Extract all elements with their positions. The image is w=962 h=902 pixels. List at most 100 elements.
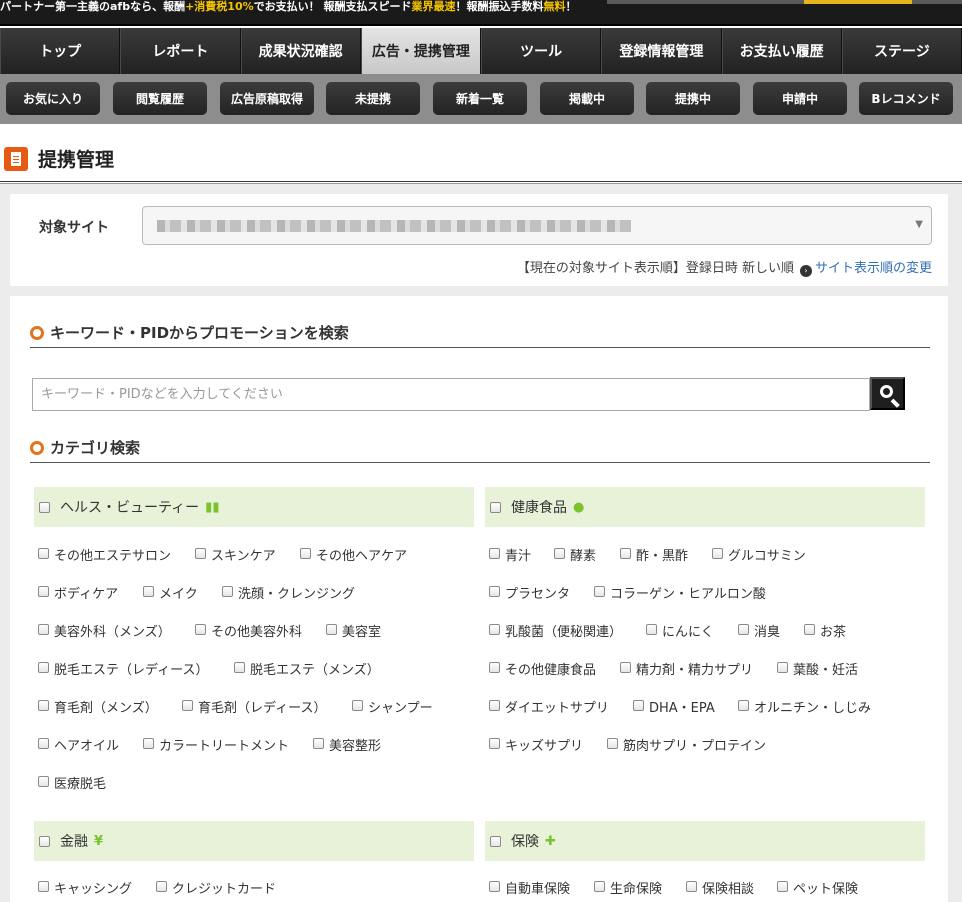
category-option[interactable]: ヘアオイル bbox=[38, 735, 119, 754]
checkbox[interactable] bbox=[39, 501, 50, 513]
checkbox[interactable] bbox=[38, 662, 49, 673]
category-option[interactable]: 精力剤・精力サプリ bbox=[620, 659, 753, 678]
subnav-ad-materials[interactable]: 広告原稿取得 bbox=[220, 82, 314, 115]
category-option[interactable]: グルコサミン bbox=[712, 545, 806, 564]
nav-account-info[interactable]: 登録情報管理 bbox=[601, 28, 722, 74]
category-option[interactable]: DHA・EPA bbox=[633, 697, 715, 716]
category-option[interactable]: 洗顔・クレンジング bbox=[222, 583, 355, 602]
category-option[interactable]: 医療脱毛 bbox=[38, 773, 106, 792]
keyword-search-input[interactable] bbox=[32, 378, 870, 411]
checkbox[interactable] bbox=[195, 624, 206, 635]
checkbox[interactable] bbox=[489, 700, 500, 711]
checkbox[interactable] bbox=[738, 700, 749, 711]
category-option[interactable]: キッズサプリ bbox=[489, 735, 583, 754]
subnav-applying[interactable]: 申請中 bbox=[753, 82, 847, 115]
checkbox[interactable] bbox=[594, 881, 605, 892]
category-health-beauty[interactable]: ヘルス・ビューティー ▮▮ bbox=[34, 487, 474, 527]
checkbox[interactable] bbox=[313, 738, 324, 749]
checkbox[interactable] bbox=[686, 881, 697, 892]
category-option[interactable]: その他健康食品 bbox=[489, 659, 596, 678]
subnav-history[interactable]: 閲覧履歴 bbox=[113, 82, 207, 115]
category-option[interactable]: お茶 bbox=[804, 621, 846, 640]
checkbox[interactable] bbox=[489, 662, 500, 673]
category-option[interactable]: 脱毛エステ（メンズ） bbox=[234, 659, 380, 678]
nav-stage[interactable]: ステージ bbox=[841, 28, 962, 74]
category-option[interactable]: 美容外科（メンズ） bbox=[38, 621, 171, 640]
category-option[interactable]: メイク bbox=[143, 583, 198, 602]
checkbox[interactable] bbox=[156, 881, 167, 892]
checkbox[interactable] bbox=[490, 835, 501, 847]
subnav-favorites[interactable]: お気に入り bbox=[6, 82, 100, 115]
category-health-food[interactable]: 健康食品 ● bbox=[485, 487, 925, 527]
category-option[interactable]: 脱毛エステ（レディース） bbox=[38, 659, 208, 678]
category-option[interactable]: 育毛剤（レディース） bbox=[182, 697, 326, 716]
checkbox[interactable] bbox=[38, 776, 49, 787]
category-option[interactable]: オルニチン・しじみ bbox=[738, 697, 871, 716]
nav-tools[interactable]: ツール bbox=[481, 28, 602, 74]
category-option[interactable]: ボディケア bbox=[38, 583, 118, 602]
checkbox[interactable] bbox=[594, 586, 605, 597]
checkbox[interactable] bbox=[633, 700, 644, 711]
category-option[interactable]: 自動車保険 bbox=[489, 878, 570, 897]
category-option[interactable]: 美容整形 bbox=[313, 735, 381, 754]
category-option[interactable]: にんにく bbox=[646, 621, 714, 640]
category-option[interactable]: 生命保険 bbox=[594, 878, 662, 897]
subnav-published[interactable]: 掲載中 bbox=[540, 82, 634, 115]
category-option[interactable]: クレジットカード bbox=[156, 878, 276, 897]
subnav-unpartnered[interactable]: 未提携 bbox=[326, 82, 420, 115]
category-option[interactable]: ダイエットサプリ bbox=[489, 697, 609, 716]
category-option[interactable]: 青汁 bbox=[489, 545, 531, 564]
category-option[interactable]: 育毛剤（メンズ） bbox=[38, 697, 158, 716]
checkbox[interactable] bbox=[489, 738, 500, 749]
checkbox[interactable] bbox=[143, 738, 154, 749]
checkbox[interactable] bbox=[182, 700, 193, 711]
checkbox[interactable] bbox=[38, 624, 49, 635]
category-option[interactable]: 葉酸・妊活 bbox=[777, 659, 858, 678]
checkbox[interactable] bbox=[777, 662, 788, 673]
checkbox[interactable] bbox=[38, 881, 49, 892]
checkbox[interactable] bbox=[39, 835, 50, 847]
subnav-new[interactable]: 新着一覧 bbox=[433, 82, 527, 115]
category-option[interactable]: キャッシング bbox=[38, 878, 132, 897]
checkbox[interactable] bbox=[777, 881, 788, 892]
checkbox[interactable] bbox=[326, 624, 337, 635]
checkbox[interactable] bbox=[804, 624, 815, 635]
category-option[interactable]: カラートリートメント bbox=[143, 735, 289, 754]
category-option[interactable]: 保険相談 bbox=[686, 878, 754, 897]
category-option[interactable]: その他ヘアケア bbox=[300, 545, 407, 564]
category-option[interactable]: その他美容外科 bbox=[195, 621, 302, 640]
category-option[interactable]: 乳酸菌（便秘関連） bbox=[489, 621, 622, 640]
checkbox[interactable] bbox=[489, 548, 500, 559]
category-option[interactable]: 酵素 bbox=[554, 545, 596, 564]
nav-top[interactable]: トップ bbox=[0, 28, 121, 74]
category-option[interactable]: ペット保険 bbox=[777, 878, 858, 897]
checkbox[interactable] bbox=[489, 624, 500, 635]
checkbox[interactable] bbox=[646, 624, 657, 635]
checkbox[interactable] bbox=[38, 738, 49, 749]
category-option[interactable]: シャンプー bbox=[352, 697, 433, 716]
checkbox[interactable] bbox=[620, 662, 631, 673]
category-insurance[interactable]: 保険 ✚ bbox=[485, 821, 925, 861]
checkbox[interactable] bbox=[300, 548, 311, 559]
subnav-partnered[interactable]: 提携中 bbox=[646, 82, 740, 115]
nav-report[interactable]: レポート bbox=[120, 28, 241, 74]
checkbox[interactable] bbox=[222, 586, 233, 597]
checkbox[interactable] bbox=[554, 548, 565, 559]
category-option[interactable]: 酢・黒酢 bbox=[620, 545, 688, 564]
checkbox[interactable] bbox=[490, 501, 501, 513]
nav-payment-history[interactable]: お支払い履歴 bbox=[721, 28, 842, 74]
checkbox[interactable] bbox=[195, 548, 206, 559]
checkbox[interactable] bbox=[143, 586, 154, 597]
checkbox[interactable] bbox=[620, 548, 631, 559]
checkbox[interactable] bbox=[489, 881, 500, 892]
category-option[interactable]: コラーゲン・ヒアルロン酸 bbox=[594, 583, 766, 602]
checkbox[interactable] bbox=[489, 586, 500, 597]
category-option[interactable]: その他エステサロン bbox=[38, 545, 171, 564]
checkbox[interactable] bbox=[607, 738, 618, 749]
category-option[interactable]: 美容室 bbox=[326, 621, 381, 640]
target-site-select[interactable]: ▼ bbox=[142, 206, 932, 245]
category-option[interactable]: 消臭 bbox=[738, 621, 780, 640]
category-option[interactable]: プラセンタ bbox=[489, 583, 570, 602]
change-site-order-link[interactable]: サイト表示順の変更 bbox=[815, 261, 932, 276]
subnav-b-recommend[interactable]: Bレコメンド bbox=[859, 82, 953, 115]
